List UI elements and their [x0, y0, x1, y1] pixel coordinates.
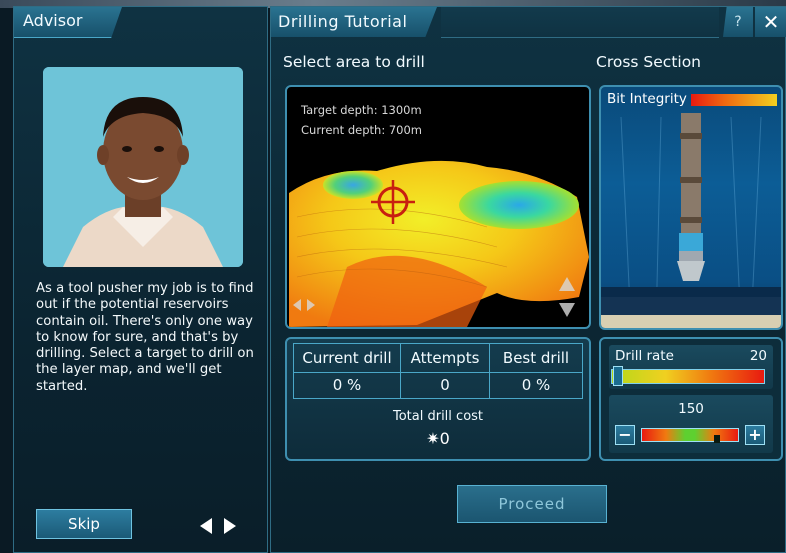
total-drill-cost-value: ✷0: [426, 429, 450, 448]
skip-button[interactable]: Skip: [36, 509, 132, 539]
previous-arrow-icon[interactable]: [200, 518, 212, 534]
increase-button[interactable]: +: [745, 425, 765, 445]
bit-integrity-label: Bit Integrity: [607, 91, 687, 107]
proceed-button[interactable]: Proceed: [457, 485, 607, 523]
drill-value: 150: [678, 401, 704, 417]
next-arrow-icon[interactable]: [224, 518, 236, 534]
close-button[interactable]: ✕: [755, 7, 786, 37]
drill-stats: Current drill Attempts Best drill 0 % 0 …: [285, 337, 591, 461]
title-bar: [441, 7, 719, 38]
advisor-portrait: [43, 67, 243, 267]
page-arrows: [200, 517, 240, 535]
current-drill-value: 0 %: [332, 376, 362, 394]
attempts-header: Attempts: [410, 349, 480, 367]
drilling-tutorial-title: Drilling Tutorial: [278, 12, 408, 31]
drilling-tutorial-tab: Drilling Tutorial: [271, 7, 437, 37]
drill-rate-value: 20: [749, 348, 767, 364]
target-depth: Target depth: 1300m: [301, 103, 422, 117]
bit-integrity-bar: [691, 94, 777, 106]
row-divider: [294, 372, 582, 373]
current-depth: Current depth: 700m: [301, 123, 423, 137]
drilling-tutorial-panel: Drilling Tutorial ? ✕ Select area to dri…: [270, 6, 786, 553]
column-divider: [400, 344, 401, 398]
drill-rate-panel: Drill rate 20 150 − +: [599, 337, 783, 461]
advisor-message: As a tool pusher my job is to find out i…: [36, 281, 254, 394]
total-drill-cost-label: Total drill cost: [392, 409, 484, 424]
decrease-button[interactable]: −: [615, 425, 635, 445]
layer-map[interactable]: Target depth: 1300m Current depth: 700m: [285, 85, 591, 329]
stepper-marker: [714, 435, 720, 443]
scroll-down-icon[interactable]: [559, 303, 575, 317]
drill-value-row: 150 − +: [609, 395, 773, 453]
drill-rate-slider-thumb[interactable]: [613, 366, 623, 386]
advisor-portrait-image: [43, 67, 243, 267]
stats-table: Current drill Attempts Best drill 0 % 0 …: [293, 343, 583, 399]
advisor-tab: Advisor: [14, 7, 122, 38]
advisor-tab-label: Advisor: [23, 11, 83, 30]
drill-cross-section: [601, 113, 781, 328]
current-drill-header: Current drill: [302, 349, 392, 367]
help-button[interactable]: ?: [723, 7, 753, 37]
best-drill-header: Best drill: [502, 349, 570, 367]
stepper-track[interactable]: [641, 428, 739, 443]
best-drill-value: 0 %: [521, 376, 551, 394]
advisor-panel: Advisor As a tool pusher my job is to fi…: [13, 6, 268, 553]
select-area-title: Select area to drill: [283, 53, 425, 71]
drill-rate-slider[interactable]: [611, 369, 765, 384]
drill-rate-row: Drill rate 20: [609, 345, 773, 389]
column-divider: [489, 344, 490, 398]
attempts-value: 0: [440, 376, 450, 394]
drill-pipe: [677, 113, 705, 281]
drill-rate-label: Drill rate: [615, 348, 674, 364]
drill-stepper: − +: [615, 425, 765, 445]
cross-section-title: Cross Section: [596, 53, 702, 71]
cross-section-view: Bit Integrity: [599, 85, 783, 330]
